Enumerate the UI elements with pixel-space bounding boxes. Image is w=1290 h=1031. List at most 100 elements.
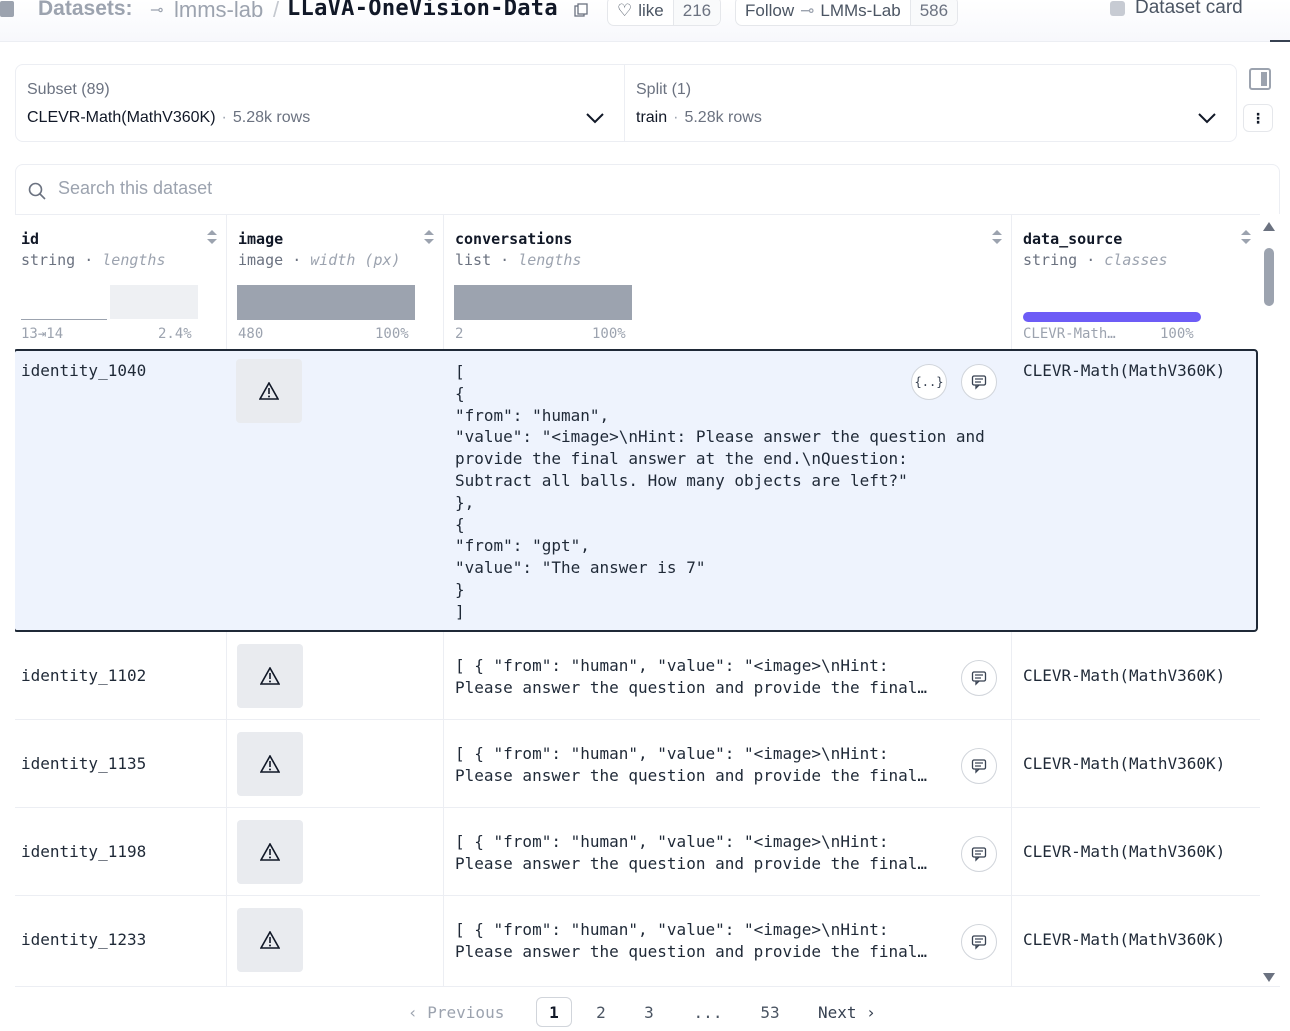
- comment-button[interactable]: [961, 924, 997, 960]
- search-bar: [15, 164, 1280, 214]
- page-3-button[interactable]: 3: [639, 997, 659, 1027]
- like-label: like: [638, 1, 664, 20]
- image-cell[interactable]: [237, 908, 303, 972]
- org-arrow-icon: ⊸: [150, 2, 164, 19]
- sort-icon[interactable]: [1240, 229, 1252, 245]
- column-type: string · lengths: [21, 251, 166, 269]
- histogram-bar[interactable]: [110, 285, 198, 319]
- image-cell[interactable]: [237, 820, 303, 884]
- cell-conversations[interactable]: [ { "from": "human", "value": "<image>\n…: [455, 831, 927, 875]
- tab-underline: [1270, 40, 1290, 42]
- sort-icon[interactable]: [991, 229, 1003, 245]
- column-name: conversations: [455, 230, 573, 248]
- subset-value: CLEVR-Math(MathV360K) · 5.28k rows: [27, 109, 311, 126]
- json-view-button[interactable]: {..}: [911, 364, 947, 400]
- follow-button[interactable]: Follow ⊸ LMMs-Lab 586: [735, 0, 959, 26]
- path-separator: /: [273, 0, 280, 22]
- column-header-data-source[interactable]: data_source string · classes CLEVR-Math……: [1017, 215, 1260, 349]
- search-input[interactable]: [58, 178, 658, 199]
- page-ellipsis: ...: [693, 1002, 723, 1022]
- column-type: string · classes: [1023, 251, 1168, 269]
- previous-page-button[interactable]: ‹ Previous: [408, 997, 504, 1027]
- split-value: train · 5.28k rows: [636, 109, 762, 126]
- cell-data-source: CLEVR-Math(MathV360K): [1023, 930, 1226, 949]
- column-max: 2.4%: [158, 326, 192, 342]
- warning-triangle-icon: [260, 667, 280, 685]
- column-name: id: [21, 230, 40, 248]
- column-max: 100%: [592, 326, 626, 342]
- heart-icon: ♡: [617, 1, 633, 20]
- histogram-bar[interactable]: [454, 285, 632, 320]
- column-name: image: [238, 230, 284, 248]
- comment-icon: [971, 375, 987, 390]
- cell-id: identity_1198: [21, 842, 147, 861]
- datasets-label[interactable]: Datasets:: [38, 0, 133, 21]
- page-53-button[interactable]: 53: [753, 997, 787, 1027]
- comment-button[interactable]: [961, 660, 997, 696]
- cube-icon: [1110, 0, 1125, 16]
- column-header-conversations[interactable]: conversations list · lengths 2 100%: [449, 215, 1011, 349]
- org-link[interactable]: lmms-lab: [174, 0, 263, 23]
- cell-conversations[interactable]: [ { "from": "human", "value": "<image>\n…: [455, 655, 927, 699]
- split-dropdown[interactable]: Split (1) train · 5.28k rows: [625, 65, 1236, 141]
- comment-button[interactable]: [961, 748, 997, 784]
- cell-id: identity_1040: [21, 361, 147, 380]
- subset-dropdown[interactable]: Subset (89) CLEVR-Math(MathV360K) · 5.28k …: [16, 65, 625, 141]
- image-cell[interactable]: [237, 732, 303, 796]
- comment-button[interactable]: [961, 364, 997, 400]
- top-header: Datasets: ⊸ lmms-lab / LLaVA-OneVision-D…: [0, 0, 1290, 42]
- table-row[interactable]: identity_1233 [ { "from": "human", "valu…: [15, 896, 1260, 986]
- side-buttons: ⋮: [1243, 68, 1275, 132]
- image-cell[interactable]: [236, 359, 302, 423]
- copy-icon[interactable]: [574, 3, 588, 17]
- comment-icon: [971, 935, 987, 950]
- more-options-button[interactable]: ⋮: [1243, 104, 1273, 132]
- scroll-down-arrow-icon[interactable]: [1263, 973, 1275, 982]
- scrollbar-thumb[interactable]: [1264, 248, 1274, 306]
- datasets-icon: [0, 1, 14, 17]
- subset-caption: Subset (89): [27, 81, 110, 98]
- search-icon: [28, 182, 46, 200]
- histogram-bar[interactable]: [237, 285, 415, 320]
- page-2-button[interactable]: 2: [591, 997, 611, 1027]
- next-page-button[interactable]: Next ›: [818, 997, 876, 1027]
- class-bar[interactable]: [1023, 312, 1201, 322]
- cell-conversations[interactable]: [ { "from": "human", "value": "<image>\n…: [455, 919, 927, 963]
- cell-conversations[interactable]: [ { "from": "human", "value": "<image>\n…: [455, 743, 927, 787]
- column-header-image[interactable]: image image · width (px) 480 100%: [232, 215, 443, 349]
- warning-triangle-icon: [259, 382, 279, 400]
- page-1-button[interactable]: 1: [536, 997, 572, 1027]
- column-name: data_source: [1023, 230, 1123, 248]
- sort-icon[interactable]: [206, 229, 218, 245]
- comment-icon: [971, 847, 987, 862]
- pagination: ‹ Previous 1 2 3 ... 53 Next ›: [15, 986, 1280, 1031]
- dataset-card-tab[interactable]: Dataset card: [1110, 0, 1243, 19]
- table-row[interactable]: identity_1102 [ { "from": "human", "valu…: [15, 632, 1260, 720]
- comment-icon: [971, 759, 987, 774]
- image-cell[interactable]: [237, 644, 303, 708]
- repo-name[interactable]: LLaVA-OneVision-Data: [287, 0, 558, 21]
- dataset-card-label: Dataset card: [1135, 0, 1243, 18]
- cell-conversations[interactable]: [ { "from": "human", "value": "<image>\n…: [455, 361, 985, 623]
- chevron-down-icon: [586, 113, 604, 124]
- table-row[interactable]: identity_1198 [ { "from": "human", "valu…: [15, 808, 1260, 896]
- column-min: CLEVR-Math…: [1023, 326, 1116, 342]
- follow-count: 586: [909, 0, 958, 25]
- comment-button[interactable]: [961, 836, 997, 872]
- warning-triangle-icon: [260, 755, 280, 773]
- column-type: image · width (px): [238, 251, 401, 269]
- toggle-panel-icon[interactable]: [1249, 68, 1271, 90]
- column-header-id[interactable]: id string · lengths 13⇥14 2.4%: [15, 215, 226, 349]
- cell-data-source: CLEVR-Math(MathV360K): [1023, 754, 1226, 773]
- vertical-scrollbar[interactable]: [1262, 222, 1276, 982]
- scroll-up-arrow-icon[interactable]: [1263, 222, 1275, 231]
- subset-split-selectors: Subset (89) CLEVR-Math(MathV360K) · 5.28k …: [15, 64, 1237, 142]
- sort-icon[interactable]: [423, 229, 435, 245]
- like-button[interactable]: ♡ like 216: [607, 0, 722, 26]
- column-max: 100%: [375, 326, 409, 342]
- table-row[interactable]: identity_1040 [ { "from": "human", "valu…: [15, 349, 1258, 632]
- cell-data-source: CLEVR-Math(MathV360K): [1023, 666, 1226, 685]
- cell-id: identity_1135: [21, 754, 147, 773]
- table-row[interactable]: identity_1135 [ { "from": "human", "valu…: [15, 720, 1260, 808]
- histogram-bar[interactable]: [21, 319, 107, 320]
